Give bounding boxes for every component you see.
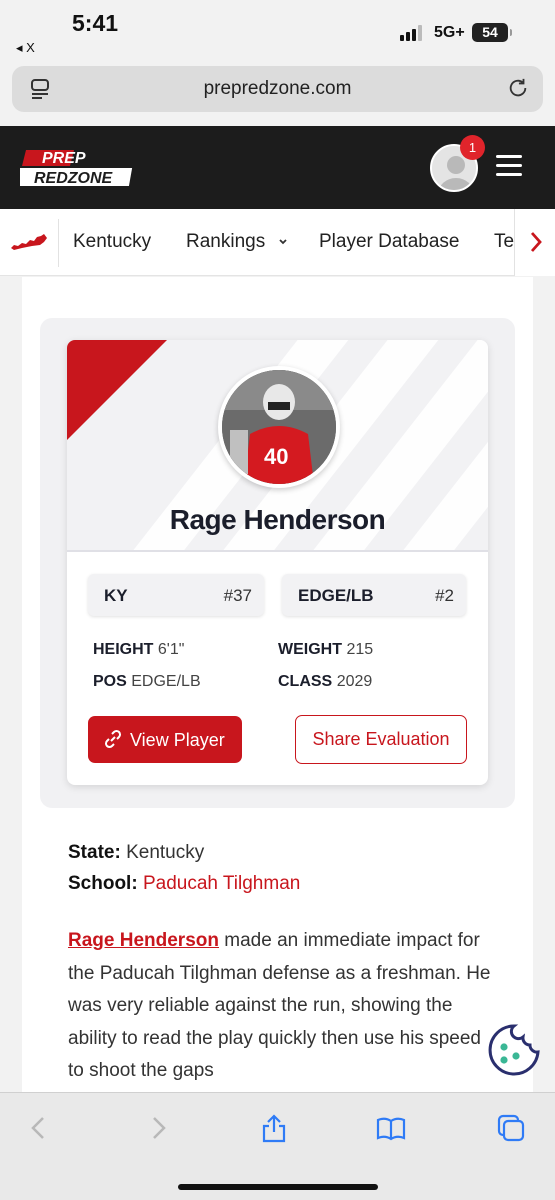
nav-item-kentucky[interactable]: Kentucky <box>73 231 151 253</box>
back-to-app-link[interactable]: ◂ X <box>16 40 35 56</box>
back-icon[interactable] <box>24 1113 54 1143</box>
state-detail-value: Kentucky <box>126 842 205 863</box>
status-bar: 5:41 ◂ X 5G+ 54 <box>0 0 555 62</box>
logo-text-redzone: REDZONE <box>34 170 114 187</box>
view-player-button[interactable]: View Player <box>88 716 242 763</box>
bio-text: made an immediate impact for the Paducah… <box>68 930 491 1081</box>
stat-weight-value: 215 <box>346 641 374 658</box>
player-name: Rage Henderson <box>169 504 386 535</box>
kentucky-icon[interactable] <box>10 233 48 251</box>
nav-item-player-database[interactable]: Player Database <box>319 231 459 253</box>
network-label: 5G+ <box>434 24 465 41</box>
stat-pos-value: EDGE/LB <box>131 673 201 690</box>
status-time: 5:41 <box>72 10 119 36</box>
menu-icon[interactable] <box>496 155 522 177</box>
nav-item-rankings[interactable]: Rankings <box>186 231 289 253</box>
school-detail: School: Paducah Tilghman <box>68 873 300 895</box>
state-nav-bar: Kentucky Rankings Player Database Te <box>0 209 555 276</box>
bio-player-link[interactable]: Rage Henderson <box>68 930 219 951</box>
signal-icon <box>400 25 422 41</box>
stat-weight-label: WEIGHT <box>278 641 342 658</box>
forward-icon[interactable] <box>143 1113 173 1143</box>
stat-class: CLASS 2029 <box>278 673 372 691</box>
position-rank-badge: EDGE/LB #2 <box>282 574 466 616</box>
reload-icon[interactable] <box>507 77 529 99</box>
player-bio: Rage Henderson made an immediate impact … <box>68 925 498 1088</box>
player-card: 40 Rage Henderson KY #37 EDGE/LB #2 HEIG… <box>67 340 488 785</box>
bookmarks-icon[interactable] <box>376 1113 406 1143</box>
jersey-number: 40 <box>264 444 288 469</box>
url-text[interactable]: prepredzone.com <box>12 78 543 100</box>
link-icon <box>104 729 122 749</box>
player-photo: 40 <box>218 366 340 488</box>
prep-redzone-logo[interactable]: PREP REDZONE <box>20 146 138 190</box>
home-indicator <box>178 1184 378 1190</box>
state-rank-badge: KY #37 <box>88 574 264 616</box>
state-detail-label: State: <box>68 842 121 863</box>
position-rank-label: EDGE/LB <box>298 586 374 605</box>
stat-class-label: CLASS <box>278 673 333 690</box>
battery-icon: 54 <box>472 23 512 42</box>
stat-weight: WEIGHT 215 <box>278 641 373 659</box>
state-detail: State: Kentucky <box>68 842 204 864</box>
address-bar[interactable]: prepredzone.com <box>12 66 543 112</box>
chevron-down-icon <box>278 239 287 245</box>
player-card-header: 40 Rage Henderson <box>67 340 488 552</box>
notification-badge[interactable]: 1 <box>460 135 485 160</box>
view-player-label: View Player <box>130 730 225 750</box>
share-icon[interactable] <box>259 1113 289 1143</box>
nav-divider <box>58 219 59 267</box>
tabs-icon[interactable] <box>496 1113 526 1143</box>
school-link[interactable]: Paducah Tilghman <box>143 873 300 894</box>
stat-height-value: 6'1" <box>157 641 185 658</box>
state-rank-label: KY <box>104 586 128 605</box>
chevron-right-icon <box>530 232 542 252</box>
card-accent-corner <box>67 340 167 440</box>
nav-item-more[interactable]: Te <box>494 231 514 253</box>
cookie-icon[interactable] <box>487 1023 541 1077</box>
stat-pos-label: POS <box>93 673 127 690</box>
nav-item-rankings-label: Rankings <box>186 231 266 252</box>
stat-height-label: HEIGHT <box>93 641 154 658</box>
stat-class-value: 2029 <box>336 673 373 690</box>
school-detail-label: School: <box>68 873 138 894</box>
stat-height: HEIGHT 6'1" <box>93 641 184 659</box>
state-rank-value: #37 <box>223 586 252 605</box>
share-evaluation-button[interactable]: Share Evaluation <box>295 715 467 764</box>
stat-pos: POS EDGE/LB <box>93 673 201 691</box>
logo-text-prep: PREP <box>42 150 86 167</box>
nav-scroll-right-button[interactable] <box>514 209 555 276</box>
position-rank-value: #2 <box>435 586 454 605</box>
